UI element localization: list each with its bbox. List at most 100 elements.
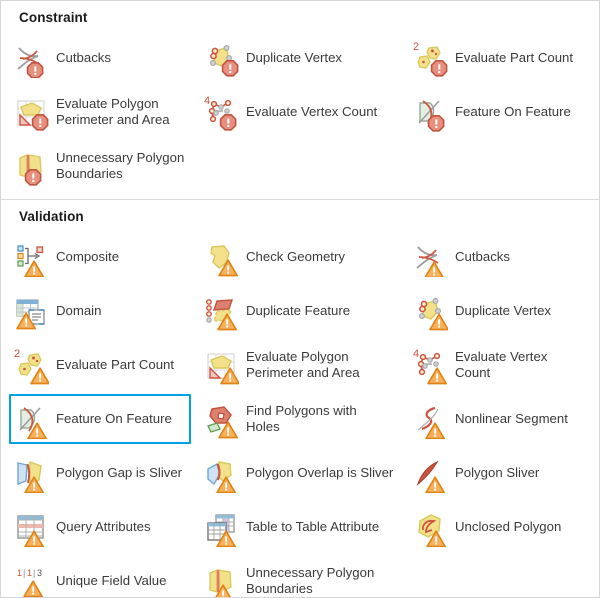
polygon-overlap-is-sliver-icon [203, 453, 239, 493]
rule-item-inner[interactable]: Feature On Feature [408, 87, 590, 137]
rule-item-domain[interactable]: Domain [5, 284, 195, 338]
rule-item-label: Evaluate Part Count [455, 50, 574, 66]
rule-item-inner[interactable]: Feature On Feature [9, 394, 191, 444]
rule-item-inner[interactable]: Polygon Gap is Sliver [9, 448, 191, 498]
evaluate-vertex-count-icon: 4 [203, 92, 239, 132]
rule-item-label: Evaluate Polygon Perimeter and Area [56, 96, 170, 127]
duplicate-feature-icon [203, 291, 239, 331]
rule-item-label: Nonlinear Segment [455, 411, 568, 427]
rule-item-check-geometry[interactable]: Check Geometry [195, 230, 404, 284]
section-title: Validation [19, 209, 84, 224]
rule-item-inner[interactable]: Duplicate Vertex [408, 286, 590, 336]
rule-item-find-polygons-with-holes[interactable]: Find Polygons with Holes [195, 392, 404, 446]
rule-item-unnecessary-polygon-boundaries[interactable]: Unnecessary Polygon Boundaries [5, 139, 195, 193]
unnecessary-polygon-boundaries-icon [13, 146, 49, 186]
rule-item-label: Cutbacks [455, 249, 510, 265]
table-to-table-attribute-icon [203, 507, 239, 547]
rule-item-inner[interactable]: Duplicate Vertex [199, 33, 400, 83]
rule-item-inner[interactable]: Table to Table Attribute [199, 502, 400, 552]
rule-item-duplicate-feature[interactable]: Duplicate Feature [195, 284, 404, 338]
rule-item-label: Composite [56, 249, 120, 265]
check-geometry-icon [203, 237, 239, 277]
svg-text:4: 4 [204, 95, 210, 107]
rule-item-label: Cutbacks [56, 50, 111, 66]
rule-item-cutbacks[interactable]: Cutbacks [404, 230, 594, 284]
rule-item-label: Unclosed Polygon [455, 519, 562, 535]
evaluate-polygon-perimeter-and-area-icon [203, 345, 239, 385]
rule-item-inner[interactable]: Evaluate Polygon Perimeter and Area [9, 87, 191, 137]
rule-item-evaluate-polygon-perimeter-and-area[interactable]: Evaluate Polygon Perimeter and Area [5, 85, 195, 139]
rule-item-table-to-table-attribute[interactable]: Table to Table Attribute [195, 500, 404, 554]
rule-item-polygon-gap-is-sliver[interactable]: Polygon Gap is Sliver [5, 446, 195, 500]
rule-item-label: Duplicate Vertex [246, 50, 343, 66]
rule-item-evaluate-vertex-count[interactable]: 4 Evaluate Vertex Count [404, 338, 594, 392]
rule-item-label: Polygon Overlap is Sliver [246, 465, 394, 481]
polygon-sliver-icon [412, 453, 448, 493]
rule-item-duplicate-vertex[interactable]: Duplicate Vertex [195, 31, 404, 85]
polygon-gap-is-sliver-icon [13, 453, 49, 493]
rule-item-unnecessary-polygon-boundaries[interactable]: Unnecessary Polygon Boundaries [195, 554, 404, 597]
rule-item-inner[interactable]: Unnecessary Polygon Boundaries [199, 556, 400, 597]
rule-item-label: Evaluate Polygon Perimeter and Area [246, 349, 360, 380]
rule-item-polygon-overlap-is-sliver[interactable]: Polygon Overlap is Sliver [195, 446, 404, 500]
rule-item-unique-field-value[interactable]: Unique Field Value [5, 554, 195, 597]
rule-item-inner[interactable]: 2 Evaluate Part Count [9, 340, 191, 390]
rule-item-label: Query Attributes [56, 519, 151, 535]
rule-item-inner[interactable]: Composite [9, 232, 191, 282]
rule-item-inner[interactable]: Polygon Overlap is Sliver [199, 448, 400, 498]
rule-item-label: Feature On Feature [56, 411, 172, 427]
rule-item-inner[interactable]: Unclosed Polygon [408, 502, 590, 552]
rule-item-inner[interactable]: Polygon Sliver [408, 448, 590, 498]
rule-item-polygon-sliver[interactable]: Polygon Sliver [404, 446, 594, 500]
rule-item-evaluate-vertex-count[interactable]: 4 Evaluate Vertex Count [195, 85, 404, 139]
section-validation: Validation Composite Check Geometry Cutback… [1, 199, 599, 597]
rule-item-feature-on-feature[interactable]: Feature On Feature [5, 392, 195, 446]
section-title: Constraint [19, 10, 88, 25]
rule-item-query-attributes[interactable]: Query Attributes [5, 500, 195, 554]
rule-item-inner[interactable]: Nonlinear Segment [408, 394, 590, 444]
rule-item-feature-on-feature[interactable]: Feature On Feature [404, 85, 594, 139]
rule-item-nonlinear-segment[interactable]: Nonlinear Segment [404, 392, 594, 446]
rule-item-label: Unique Field Value [56, 573, 167, 589]
rule-item-label: Duplicate Vertex [455, 303, 552, 319]
evaluate-part-count-icon: 2 [412, 38, 448, 78]
rule-item-label: Domain [56, 303, 102, 319]
domain-icon [13, 291, 49, 331]
rule-item-evaluate-part-count[interactable]: 2 Evaluate Part Count [404, 31, 594, 85]
rule-item-inner[interactable]: Evaluate Polygon Perimeter and Area [199, 340, 400, 390]
rule-item-inner[interactable]: 4 Evaluate Vertex Count [408, 340, 590, 390]
rule-item-inner[interactable]: Check Geometry [199, 232, 400, 282]
cutbacks-icon [13, 38, 49, 78]
rule-item-inner[interactable]: Cutbacks [408, 232, 590, 282]
rule-item-empty [404, 139, 594, 193]
rule-sections: Constraint Cutbacks Duplicate Vertex 2 Evalu… [1, 1, 599, 597]
rule-item-inner[interactable]: Find Polygons with Holes [199, 394, 400, 444]
rule-item-inner[interactable]: Unnecessary Polygon Boundaries [9, 141, 191, 191]
rule-item-inner[interactable]: Duplicate Feature [199, 286, 400, 336]
rule-item-unclosed-polygon[interactable]: Unclosed Polygon [404, 500, 594, 554]
rule-item-empty [195, 139, 404, 193]
feature-on-feature-icon [13, 399, 49, 439]
rule-item-duplicate-vertex[interactable]: Duplicate Vertex [404, 284, 594, 338]
rule-item-inner[interactable]: Cutbacks [9, 33, 191, 83]
rule-item-label: Unnecessary Polygon Boundaries [56, 150, 185, 181]
rule-item-composite[interactable]: Composite [5, 230, 195, 284]
find-polygons-with-holes-icon [203, 399, 239, 439]
rule-item-inner[interactable]: Domain [9, 286, 191, 336]
rule-item-inner[interactable]: 4 Evaluate Vertex Count [199, 87, 400, 137]
rule-item-inner[interactable]: Query Attributes [9, 502, 191, 552]
rule-item-evaluate-part-count[interactable]: 2 Evaluate Part Count [5, 338, 195, 392]
rule-item-label: Find Polygons with Holes [246, 403, 357, 434]
rule-item-inner[interactable]: 2 Evaluate Part Count [408, 33, 590, 83]
rule-item-label: Evaluate Vertex Count [246, 104, 378, 120]
cutbacks-icon [412, 237, 448, 277]
rule-item-inner[interactable]: Unique Field Value [9, 556, 191, 597]
rule-item-label: Evaluate Part Count [56, 357, 175, 373]
composite-icon [13, 237, 49, 277]
unclosed-polygon-icon [412, 507, 448, 547]
rule-item-evaluate-polygon-perimeter-and-area[interactable]: Evaluate Polygon Perimeter and Area [195, 338, 404, 392]
svg-text:4: 4 [413, 348, 419, 360]
rule-item-cutbacks[interactable]: Cutbacks [5, 31, 195, 85]
rule-item-label: Feature On Feature [455, 104, 571, 120]
unnecessary-polygon-boundaries-icon [203, 561, 239, 597]
